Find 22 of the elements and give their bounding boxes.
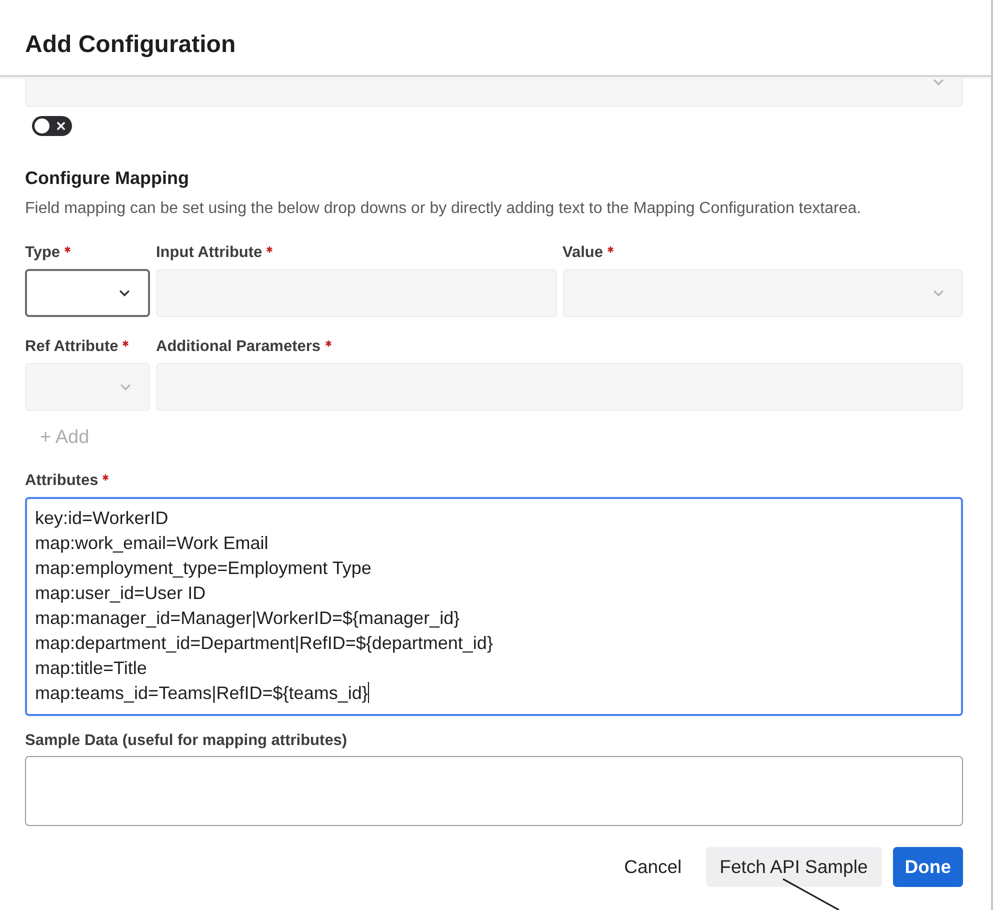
chevron-down-icon (933, 290, 944, 296)
field-label: Additional Parameters (156, 338, 321, 356)
sample-data-textarea[interactable] (25, 756, 963, 826)
dialog-title: Add Configuration (25, 30, 236, 58)
chevron-down-icon (120, 384, 131, 390)
field-label: Ref Attribute (25, 338, 118, 356)
chevron-down-icon (119, 290, 130, 296)
field-label: Sample Data (useful for mapping attributes) (25, 732, 348, 750)
fetch-sample-button[interactable]: Fetch API Sample (706, 847, 882, 887)
section-title: Configure Mapping (25, 167, 190, 189)
select-field[interactable] (25, 269, 150, 317)
done-button[interactable]: Done (892, 847, 963, 887)
field-label: Type (25, 244, 60, 262)
field-label: Value (562, 244, 603, 262)
toggle-switch[interactable] (32, 116, 72, 136)
chevron-down-icon (933, 79, 944, 86)
attributes-textarea[interactable]: key:id=WorkerID map:work_email=Work Email map:employment_type=Employment Type map:user_id=User ID map:manager_id=Manager|WorkerID=${manager_id} map:department_id=Department|RefID=${department_id} map:title=Title map:teams_id=Teams|RefID=${teams_id} (25, 497, 963, 716)
cancel-button[interactable]: Cancel (611, 847, 695, 887)
field-label: Attributes (25, 472, 98, 490)
text-cursor-icon (368, 682, 370, 703)
field-label: Input Attribute (156, 244, 262, 262)
section-description: Field mapping can be set using the below drop downs or by directly adding text to the Mapping Configuration textarea. (25, 199, 862, 219)
